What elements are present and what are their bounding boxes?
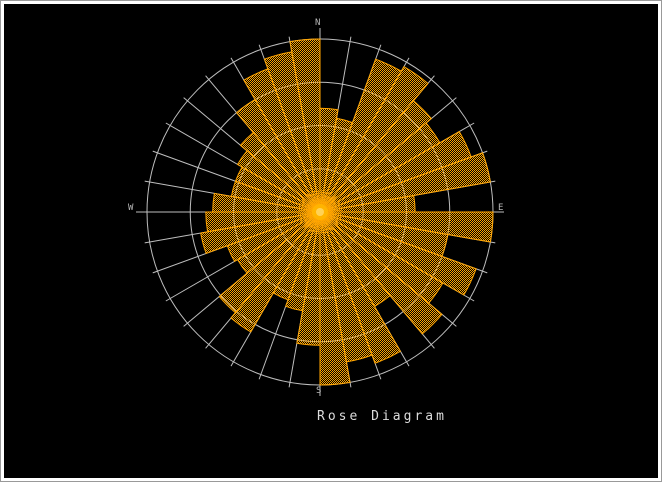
compass-label-east: E — [498, 204, 503, 213]
plot-window: N E S W Rose Diagram — [0, 0, 662, 482]
chart-title: Rose Diagram — [317, 409, 447, 424]
compass-label-north: N — [315, 19, 320, 28]
compass-label-west: W — [128, 204, 133, 213]
compass-label-south: S — [316, 387, 321, 396]
rose-sectors — [201, 39, 493, 385]
plot-canvas: N E S W Rose Diagram — [4, 4, 658, 478]
